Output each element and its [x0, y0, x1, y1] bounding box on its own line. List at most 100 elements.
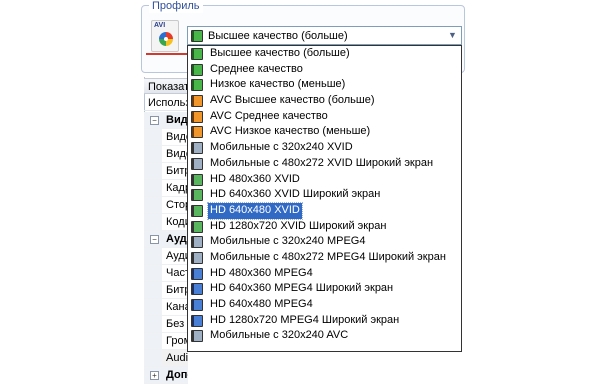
tab-show[interactable]: Показать — [144, 78, 188, 94]
property-group[interactable]: −Видео — [144, 112, 188, 129]
row-gutter — [144, 129, 162, 145]
property-row[interactable]: Стороны — [144, 197, 188, 214]
row-gutter — [144, 197, 162, 213]
profile-option-label: Мобильные с 480x272 MPEG4 Широкий экран — [210, 250, 446, 263]
profile-option-label: HD 640x480 XVID — [207, 201, 303, 220]
row-gutter — [144, 282, 162, 298]
row-gutter — [144, 146, 162, 162]
profile-option-label: Среднее качество — [210, 62, 303, 75]
disc-icon — [159, 32, 173, 46]
profile-option[interactable]: AVC Высшее качество (больше) — [188, 93, 461, 109]
profile-option[interactable]: HD 640x360 MPEG4 Широкий экран — [188, 281, 461, 297]
row-gutter — [144, 248, 162, 264]
avi-icon-label: AVI — [154, 22, 166, 29]
profile-option[interactable]: HD 640x360 XVID Широкий экран — [188, 187, 461, 203]
property-label: Видеокодек — [166, 131, 188, 143]
profile-option[interactable]: HD 480x360 MPEG4 — [188, 266, 461, 282]
property-row[interactable]: Audio — [144, 350, 188, 367]
chevron-down-icon[interactable]: ▼ — [445, 28, 460, 43]
film-icon — [191, 126, 203, 139]
profile-option-label: HD 480x360 MPEG4 — [210, 266, 313, 279]
profile-option[interactable]: Среднее качество — [188, 62, 461, 78]
property-group[interactable]: −Аудио — [144, 231, 188, 248]
profile-option-label: HD 480x360 XVID — [210, 172, 300, 185]
row-gutter — [144, 265, 162, 281]
row-gutter — [144, 333, 162, 349]
property-row[interactable]: Кадров — [144, 180, 188, 197]
profile-option-label: Мобильные с 480x272 XVID Широкий экран — [210, 156, 434, 169]
property-label: Видеоразмер — [166, 148, 188, 160]
profile-option[interactable]: HD 640x480 MPEG4 — [188, 297, 461, 313]
profile-option-label: HD 640x360 MPEG4 Широкий экран — [210, 282, 394, 295]
profile-option[interactable]: HD 480x360 XVID — [188, 172, 461, 188]
property-row[interactable]: Каналы — [144, 299, 188, 316]
film-icon — [191, 330, 203, 343]
property-label: Битрейт — [166, 284, 188, 296]
profile-option[interactable]: HD 1280x720 MPEG4 Широкий экран — [188, 313, 461, 329]
profile-option[interactable]: Высшее качество (больше) — [188, 46, 461, 62]
film-icon — [191, 220, 203, 233]
property-row[interactable]: Без звука — [144, 316, 188, 333]
film-icon — [191, 267, 203, 280]
film-icon — [191, 283, 203, 296]
property-label: Кодирование — [166, 216, 188, 228]
row-gutter — [144, 350, 162, 366]
property-group[interactable]: + Допол — [144, 367, 188, 384]
row-gutter — [144, 180, 162, 196]
property-row[interactable]: Видеоразмер — [144, 146, 188, 163]
profile-option-label: Мобильные с 320x240 MPEG4 — [210, 235, 366, 248]
property-row[interactable]: Видеокодек — [144, 129, 188, 146]
collapse-icon[interactable]: − — [150, 235, 159, 244]
film-icon — [191, 95, 203, 108]
profile-option-label: AVC Высшее качество (больше) — [210, 94, 375, 107]
property-row[interactable]: Аудиокодек — [144, 248, 188, 265]
film-icon — [191, 189, 203, 202]
profile-option[interactable]: AVC Среднее качество — [188, 109, 461, 125]
profile-option[interactable]: Мобильные с 480x272 XVID Широкий экран — [188, 156, 461, 172]
row-gutter — [144, 316, 162, 332]
profile-option-label: HD 640x480 MPEG4 — [210, 298, 313, 310]
profile-option[interactable]: Мобильные с 320x240 MPEG4 — [188, 234, 461, 250]
profile-select[interactable]: Высшее качество (больше) ▼ — [187, 26, 462, 45]
film-icon — [191, 63, 203, 76]
profile-dropdown-list[interactable]: Высшее качество (больше) Среднее качество… — [187, 45, 462, 352]
film-icon — [191, 110, 203, 123]
expand-icon[interactable]: + — [150, 371, 159, 380]
property-row[interactable]: Битрейт — [144, 163, 188, 180]
profile-option-label: Мобильные с 320x240 AVC — [210, 329, 349, 342]
film-icon — [191, 251, 203, 264]
property-label: Без звука — [166, 318, 188, 330]
profile-option[interactable]: HD 1280x720 XVID Широкий экран — [188, 219, 461, 235]
property-row[interactable]: Кодирование — [144, 214, 188, 231]
profile-option[interactable]: Мобильные с 480x272 MPEG4 Широкий экран — [188, 250, 461, 266]
property-group-label: Видео — [166, 114, 188, 126]
property-row[interactable]: Частота — [144, 265, 188, 282]
profile-option[interactable]: HD 640x480 XVID — [188, 201, 461, 220]
property-row[interactable]: Громкость — [144, 333, 188, 350]
film-icon — [191, 173, 203, 186]
row-gutter — [144, 299, 162, 315]
avi-file-icon: AVI — [151, 20, 179, 52]
profile-option[interactable]: Низкое качество (меньше) — [188, 77, 461, 93]
row-gutter — [144, 214, 162, 230]
property-group-label: Допол — [166, 369, 188, 381]
property-group-label: Аудио — [166, 233, 188, 245]
profile-option[interactable]: Мобильные с 320x240 XVID — [188, 140, 461, 156]
collapse-icon[interactable]: − — [150, 116, 159, 125]
profile-group-title: Профиль — [149, 0, 203, 13]
property-label: Audio — [166, 352, 188, 364]
profile-option[interactable]: AVC Низкое качество (меньше) — [188, 124, 461, 140]
accent-line — [146, 53, 192, 55]
property-label: Аудиокодек — [166, 250, 188, 262]
property-label: Стороны — [166, 199, 188, 211]
profile-option-label: Высшее качество (больше) — [210, 47, 350, 59]
profile-option-label: Мобильные с 320x240 XVID — [210, 141, 353, 154]
profile-option-label: HD 640x360 XVID Широкий экран — [210, 188, 381, 201]
row-gutter — [144, 163, 162, 179]
profile-select-value: Высшее качество (больше) — [208, 30, 348, 42]
film-icon — [191, 48, 203, 60]
property-row[interactable]: Битрейт — [144, 282, 188, 299]
profile-option[interactable]: Мобильные с 320x240 AVC — [188, 328, 461, 344]
film-icon — [191, 204, 203, 217]
film-icon — [191, 314, 203, 327]
